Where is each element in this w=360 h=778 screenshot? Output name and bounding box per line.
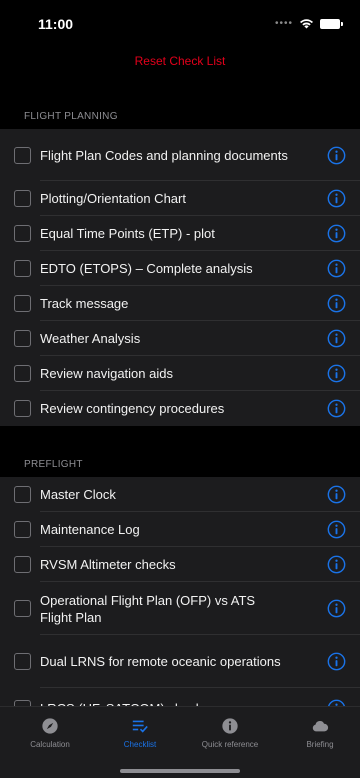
checkbox[interactable]: [14, 521, 31, 538]
tab-checklist[interactable]: Checklist: [95, 707, 185, 757]
info-icon[interactable]: [327, 652, 346, 671]
status-time: 11:00: [38, 16, 74, 32]
checklist-row[interactable]: Master Clock: [0, 477, 360, 512]
checkbox[interactable]: [14, 653, 31, 670]
row-label: Track message: [40, 296, 129, 311]
row-label: Dual LRNS for remote oceanic operations: [40, 654, 281, 669]
info-icon[interactable]: [327, 485, 346, 504]
info-icon[interactable]: [327, 329, 346, 348]
section-header-preflight: PREFLIGHT: [24, 459, 83, 470]
info-icon[interactable]: [327, 224, 346, 243]
checklist-row[interactable]: RVSM Altimeter checks: [0, 547, 360, 582]
info-icon: [222, 718, 238, 734]
info-icon[interactable]: [327, 399, 346, 418]
row-label: Review navigation aids: [40, 366, 173, 381]
checkbox[interactable]: [14, 330, 31, 347]
checklist-row[interactable]: Weather Analysis: [0, 321, 360, 356]
reset-checklist-button[interactable]: Reset Check List: [0, 54, 360, 68]
checkbox[interactable]: [14, 225, 31, 242]
checklist-row[interactable]: EDTO (ETOPS) – Complete analysis: [0, 251, 360, 286]
cloud-icon: [312, 721, 329, 732]
checkbox[interactable]: [14, 486, 31, 503]
tab-briefing[interactable]: Briefing: [275, 707, 360, 757]
checkbox[interactable]: [14, 295, 31, 312]
tab-calculation[interactable]: Calculation: [5, 707, 95, 757]
checkbox[interactable]: [14, 400, 31, 417]
checkbox[interactable]: [14, 190, 31, 207]
status-bar: 11:00 ••••: [0, 0, 360, 44]
info-icon[interactable]: [327, 189, 346, 208]
tab-quick-reference[interactable]: Quick reference: [185, 707, 275, 757]
wifi-icon: [300, 19, 313, 29]
tab-label: Calculation: [30, 740, 70, 749]
checklist-row[interactable]: Maintenance Log: [0, 512, 360, 547]
checklist-row[interactable]: Operational Flight Plan (OFP) vs ATS Fli…: [0, 582, 360, 635]
battery-icon: [320, 18, 343, 29]
info-icon[interactable]: [327, 555, 346, 574]
row-label: Flight Plan Codes and planning documents: [40, 147, 288, 163]
checklist-row[interactable]: Dual LRNS for remote oceanic operations: [0, 635, 360, 688]
row-label: Equal Time Points (ETP) - plot: [40, 226, 215, 241]
flight-planning-list: Flight Plan Codes and planning documents…: [0, 129, 360, 426]
row-label: EDTO (ETOPS) – Complete analysis: [40, 261, 253, 276]
info-icon[interactable]: [327, 259, 346, 278]
tab-bar: Calculation Checklist Quick reference Br…: [0, 706, 360, 778]
checkbox[interactable]: [14, 146, 31, 164]
compass-icon: [42, 718, 58, 734]
status-icons: ••••: [274, 18, 343, 29]
home-indicator: [120, 769, 240, 773]
checklist-row[interactable]: Flight Plan Codes and planning documents: [0, 129, 360, 181]
row-label: Review contingency procedures: [40, 401, 225, 416]
tab-label: Briefing: [306, 740, 334, 749]
row-label: Weather Analysis: [40, 331, 141, 346]
info-icon[interactable]: [327, 599, 346, 618]
checkbox[interactable]: [14, 600, 31, 617]
tab-label: Checklist: [123, 740, 157, 749]
checklist-row[interactable]: Review navigation aids: [0, 356, 360, 391]
info-icon[interactable]: [327, 146, 346, 165]
checklist-row[interactable]: Plotting/Orientation Chart: [0, 181, 360, 216]
checklist-row[interactable]: Equal Time Points (ETP) - plot: [0, 216, 360, 251]
preflight-list: Master Clock Maintenance Log RVSM Altime…: [0, 477, 360, 728]
tab-label: Quick reference: [201, 740, 259, 749]
info-icon[interactable]: [327, 520, 346, 539]
row-label: Master Clock: [40, 487, 116, 502]
row-label: Plotting/Orientation Chart: [40, 191, 186, 206]
checkbox[interactable]: [14, 260, 31, 277]
checklist-row[interactable]: Track message: [0, 286, 360, 321]
row-label: Maintenance Log: [40, 522, 140, 537]
checkbox[interactable]: [14, 556, 31, 573]
row-label: RVSM Altimeter checks: [40, 557, 176, 572]
signal-icon: ••••: [274, 18, 293, 29]
checklist-icon: [132, 720, 148, 733]
info-icon[interactable]: [327, 364, 346, 383]
checkbox[interactable]: [14, 365, 31, 382]
row-label: Operational Flight Plan (OFP) vs ATS Fli…: [40, 592, 256, 625]
info-icon[interactable]: [327, 294, 346, 313]
checklist-row[interactable]: Review contingency procedures: [0, 391, 360, 426]
section-header-flight-planning: FLIGHT PLANNING: [24, 111, 118, 122]
